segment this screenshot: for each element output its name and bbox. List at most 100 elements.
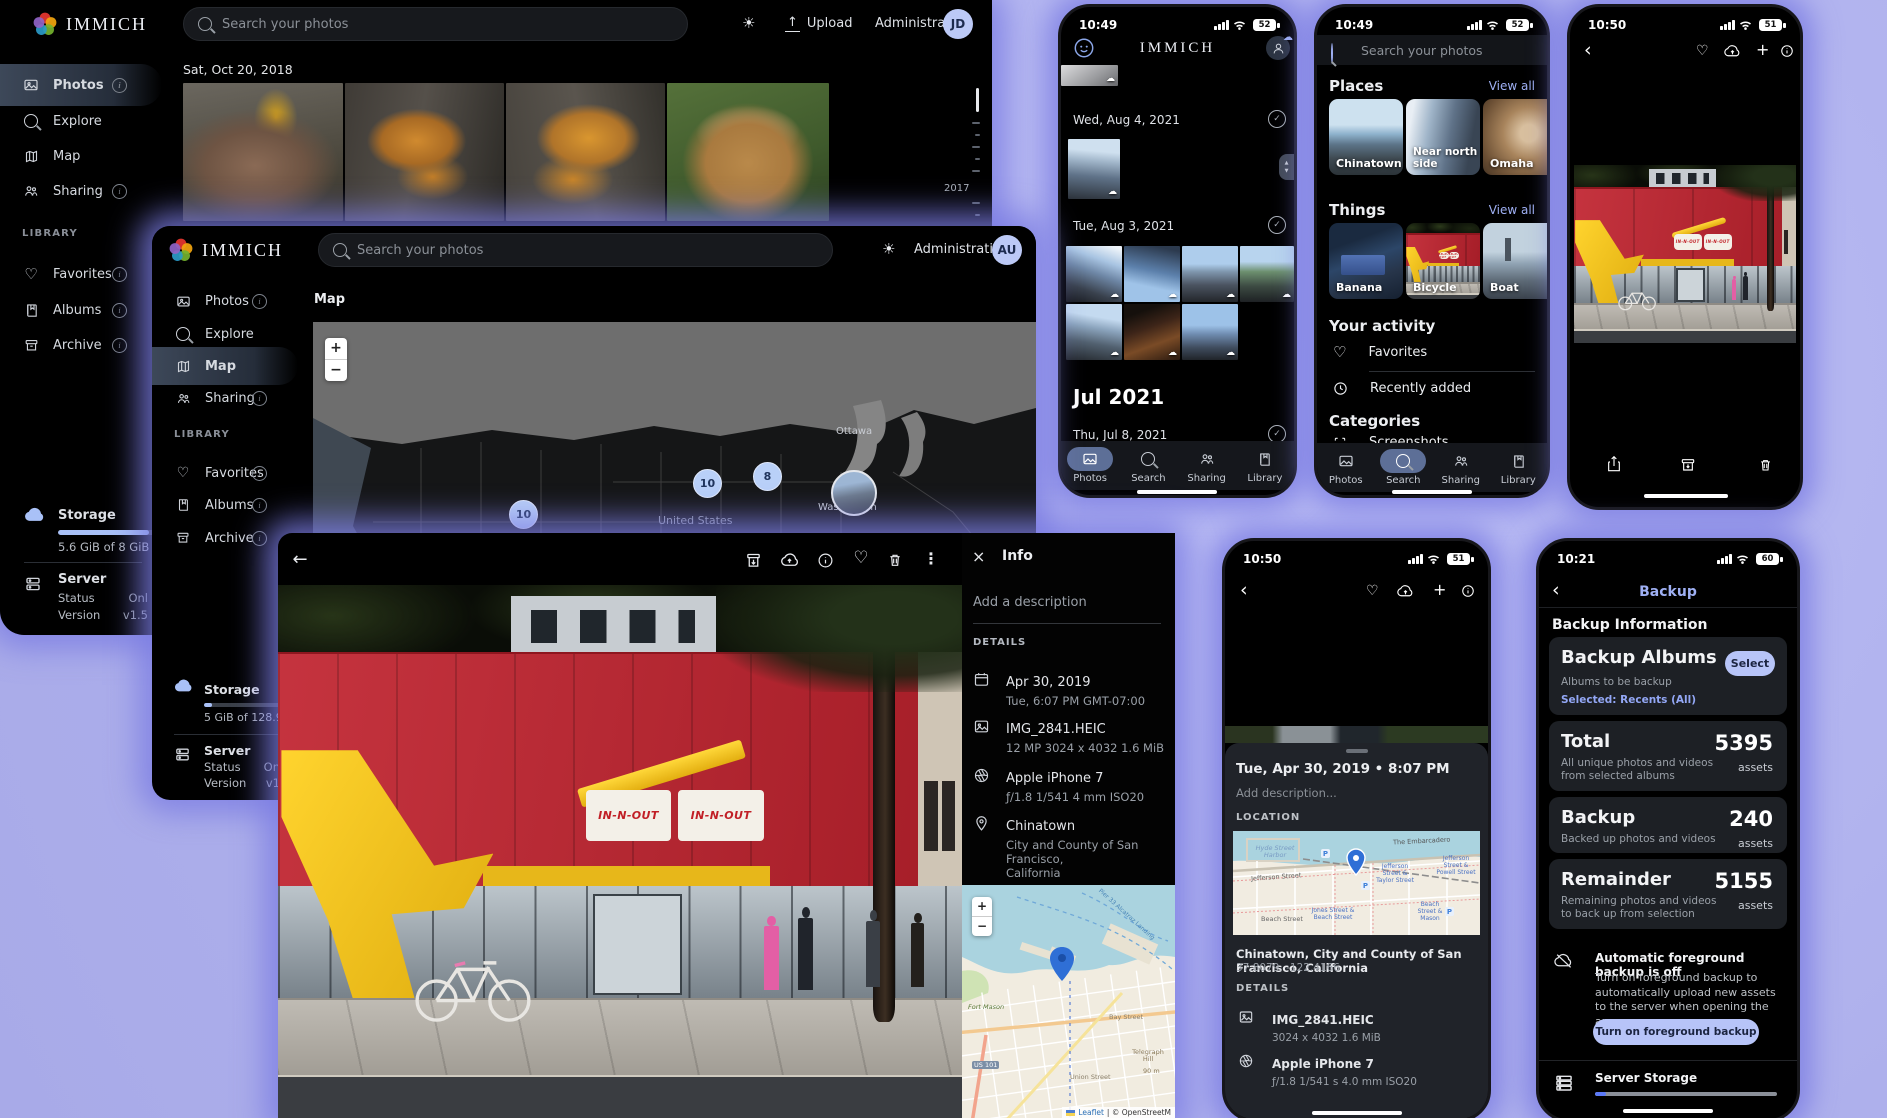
photo-thumbnail[interactable] bbox=[667, 83, 829, 221]
user-avatar[interactable]: JD bbox=[943, 9, 973, 39]
zoom-out-button[interactable]: − bbox=[325, 360, 347, 381]
favorite-icon[interactable]: ♡ bbox=[849, 546, 873, 570]
nav-sharing[interactable]: Sharing bbox=[1180, 447, 1234, 484]
cloud-upload-icon[interactable] bbox=[1397, 584, 1414, 599]
photo-thumbnail[interactable]: ☁ bbox=[1066, 246, 1122, 302]
favorite-icon[interactable]: ♡ bbox=[1366, 583, 1379, 599]
map-cluster-marker[interactable]: 8 bbox=[753, 462, 782, 491]
nav-search[interactable]: Search bbox=[1121, 447, 1175, 484]
trash-icon[interactable] bbox=[1758, 457, 1773, 473]
place-card[interactable]: Omaha bbox=[1483, 99, 1550, 175]
nav-photos[interactable]: Photos bbox=[1319, 449, 1373, 486]
photo-thumbnail[interactable]: ☁ bbox=[1182, 246, 1238, 302]
thing-card[interactable]: Banana bbox=[1329, 223, 1403, 299]
sidebar-item-map[interactable]: Map bbox=[152, 347, 298, 385]
photo-thumbnail[interactable]: ☁ bbox=[1068, 139, 1120, 199]
sheet-drag-handle[interactable] bbox=[1346, 749, 1368, 753]
back-icon[interactable]: ‹ bbox=[1240, 579, 1248, 601]
photo-thumbnail[interactable] bbox=[183, 83, 343, 221]
photo-thumbnail[interactable]: ☁ bbox=[1066, 304, 1122, 360]
search-input[interactable]: Search your photos bbox=[183, 7, 688, 41]
sidebar-item-photos[interactable]: Photos i bbox=[0, 64, 162, 106]
cloud-upload-icon[interactable] bbox=[1724, 44, 1741, 59]
sidebar-item-photos[interactable]: Photos i bbox=[152, 284, 307, 318]
zoom-in-button[interactable]: + bbox=[325, 338, 347, 360]
info-icon[interactable] bbox=[1780, 44, 1794, 58]
location-map[interactable]: P P P Hyde Street Harbor Jefferson Stree… bbox=[1233, 831, 1480, 935]
add-icon[interactable]: + bbox=[1433, 580, 1446, 599]
nav-sharing[interactable]: Sharing bbox=[1434, 449, 1488, 486]
favorite-icon[interactable]: ♡ bbox=[1696, 43, 1709, 59]
back-button[interactable]: ← bbox=[288, 547, 312, 571]
sidebar-item-sharing[interactable]: Sharing i bbox=[0, 174, 172, 208]
photo-thumbnail[interactable]: ☁ bbox=[1061, 65, 1118, 86]
search-bar[interactable]: Search your photos bbox=[1317, 35, 1547, 65]
photo-thumbnail[interactable]: ☁ bbox=[1240, 246, 1294, 302]
more-options-icon[interactable]: ⋮ bbox=[919, 546, 943, 570]
sidebar-item-albums[interactable]: Albums i bbox=[0, 293, 172, 327]
photo-thumbnail[interactable] bbox=[345, 83, 504, 221]
zoom-in-button[interactable]: + bbox=[972, 897, 992, 917]
info-icon[interactable] bbox=[1461, 584, 1475, 598]
map-cluster-marker[interactable]: 10 bbox=[693, 469, 722, 498]
sidebar-item-sharing[interactable]: Sharing i bbox=[152, 381, 307, 415]
upload-button[interactable]: ↑ Upload bbox=[785, 15, 852, 32]
sidebar-item-favorites[interactable]: ♡ Favorites i bbox=[0, 257, 172, 291]
back-icon[interactable]: ‹ bbox=[1584, 39, 1592, 61]
photo-thumbnail[interactable]: ☁ bbox=[1124, 246, 1180, 302]
place-card[interactable]: Near north side bbox=[1406, 99, 1480, 175]
timeline-scrubber[interactable]: ▲ ▼ bbox=[1279, 154, 1294, 180]
description-input[interactable]: Add a description bbox=[973, 595, 1087, 610]
select-button[interactable]: Select bbox=[1725, 651, 1775, 676]
info-icon[interactable] bbox=[813, 548, 837, 572]
sidebar-item-explore[interactable]: Explore bbox=[152, 317, 307, 351]
thing-card[interactable]: Boat bbox=[1483, 223, 1550, 299]
cloud-sync-icon[interactable] bbox=[777, 548, 801, 572]
nav-library[interactable]: Library bbox=[1238, 447, 1292, 484]
map-zoom-control[interactable]: + − bbox=[972, 897, 992, 936]
nav-search[interactable]: Search bbox=[1376, 449, 1430, 486]
turn-on-foreground-backup-button[interactable]: Turn on foreground backup bbox=[1593, 1019, 1759, 1045]
sidebar-item-map[interactable]: Map bbox=[0, 139, 172, 173]
add-icon[interactable]: + bbox=[1756, 40, 1769, 59]
theme-toggle-button[interactable]: ☀ bbox=[742, 14, 755, 32]
map-photo-marker[interactable] bbox=[831, 470, 877, 516]
sidebar-item-albums[interactable]: Albums i bbox=[152, 488, 307, 522]
user-avatar[interactable]: ☁ bbox=[1266, 36, 1290, 60]
map-cluster-marker[interactable]: 10 bbox=[509, 500, 538, 529]
delete-icon[interactable] bbox=[883, 548, 907, 572]
map-zoom-control[interactable]: + − bbox=[325, 338, 347, 381]
search-input[interactable]: Search your photos bbox=[318, 233, 833, 267]
sidebar-item-explore[interactable]: Explore bbox=[0, 104, 172, 138]
sidebar-item-favorites[interactable]: ♡ Favorites i bbox=[152, 456, 307, 490]
zoom-out-button[interactable]: − bbox=[972, 917, 992, 936]
photo-viewer[interactable]: IN-N-OUT IN-N-OUT bbox=[278, 585, 962, 1118]
activity-favorites[interactable]: ♡ Favorites bbox=[1333, 343, 1427, 361]
archive-icon[interactable] bbox=[1680, 457, 1696, 473]
description-input[interactable]: Add description... bbox=[1236, 786, 1337, 800]
nav-library[interactable]: Library bbox=[1491, 449, 1545, 486]
things-view-all-link[interactable]: View all bbox=[1489, 203, 1535, 217]
theme-toggle-button[interactable]: ☀ bbox=[882, 240, 895, 258]
photo-viewer[interactable]: IN-N-OUTIN-N-OUT bbox=[1574, 165, 1796, 343]
photo-strip[interactable] bbox=[1225, 726, 1488, 743]
photo-thumbnail[interactable]: ☁ bbox=[1182, 304, 1238, 360]
timeline-year-label[interactable]: 2017 bbox=[944, 183, 969, 194]
places-view-all-link[interactable]: View all bbox=[1489, 79, 1535, 93]
sidebar-item-archive[interactable]: Archive i bbox=[0, 328, 172, 362]
photo-thumbnail[interactable]: ☁ bbox=[1124, 304, 1180, 360]
thing-card[interactable]: IN-N-OUTIN-N-OUT Bicycle bbox=[1406, 223, 1480, 299]
user-avatar[interactable]: AU bbox=[992, 235, 1022, 265]
location-map[interactable]: Fort Mason US 101 Bay Street Union Stree… bbox=[962, 885, 1175, 1118]
select-check-icon[interactable]: ✓ bbox=[1268, 216, 1286, 234]
nav-photos[interactable]: Photos bbox=[1063, 447, 1117, 484]
timeline-scrubber-handle[interactable] bbox=[976, 88, 979, 112]
download-icon[interactable] bbox=[741, 548, 765, 572]
select-check-icon[interactable]: ✓ bbox=[1268, 110, 1286, 128]
activity-recently-added[interactable]: Recently added bbox=[1333, 381, 1471, 396]
share-icon[interactable] bbox=[1606, 455, 1622, 473]
sidewalk bbox=[278, 998, 962, 1077]
place-card[interactable]: Chinatown bbox=[1329, 99, 1403, 175]
photo-thumbnail[interactable] bbox=[506, 83, 665, 221]
close-icon[interactable]: × bbox=[972, 547, 985, 566]
